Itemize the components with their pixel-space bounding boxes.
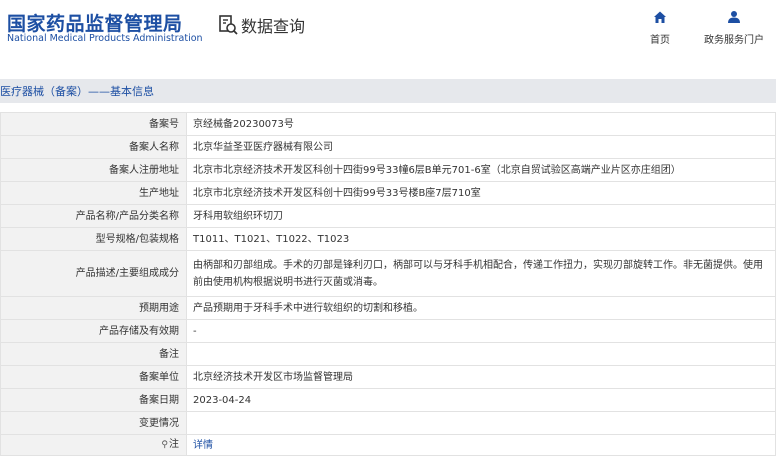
row-value: 京经械备20230073号 bbox=[186, 112, 776, 136]
row-value: 北京市北京经济技术开发区科创十四街99号33幢6层B单元701-6室（北京自贸试… bbox=[186, 158, 776, 182]
row-value: 北京市北京经济技术开发区科创十四街99号33号楼B座7层710室 bbox=[186, 181, 776, 205]
row-label: 备注 bbox=[0, 342, 187, 366]
table-row: 备案人名称 北京华益圣亚医疗器械有限公司 bbox=[0, 135, 776, 159]
table-row: 产品存储及有效期 - bbox=[0, 319, 776, 343]
row-label: 备案日期 bbox=[0, 388, 187, 412]
user-icon bbox=[727, 9, 741, 28]
table-row: 变更情况 bbox=[0, 411, 776, 435]
detail-table: 备案号 京经械备20230073号 备案人名称 北京华益圣亚医疗器械有限公司 备… bbox=[0, 112, 776, 456]
row-value: 详情 bbox=[186, 434, 776, 456]
table-row: 备案日期 2023-04-24 bbox=[0, 388, 776, 412]
row-label: 变更情况 bbox=[0, 411, 187, 435]
table-row: 备注 bbox=[0, 342, 776, 366]
nav-home-label: 首页 bbox=[650, 35, 670, 46]
nav-gov-service-label: 政务服务门户 bbox=[704, 35, 764, 46]
table-row: ⚲注 详情 bbox=[0, 434, 776, 456]
section-header: 医疗器械（备案）——基本信息 bbox=[0, 79, 776, 103]
row-value: 2023-04-24 bbox=[186, 388, 776, 412]
table-row: 生产地址 北京市北京经济技术开发区科创十四街99号33号楼B座7层710室 bbox=[0, 181, 776, 205]
row-label: 产品名称/产品分类名称 bbox=[0, 204, 187, 228]
table-row: 备案单位 北京经济技术开发区市场监督管理局 bbox=[0, 365, 776, 389]
details-link[interactable]: 详情 bbox=[193, 440, 213, 451]
row-value: 由柄部和刃部组成。手术的刃部是锋利刃口，柄部可以与牙科手机相配合，传递工作扭力，… bbox=[186, 250, 776, 297]
site-logo-subtitle: National Medical Products Administration bbox=[7, 33, 203, 44]
section-title: 医疗器械（备案）——基本信息 bbox=[0, 85, 154, 98]
row-value: 产品预期用于牙科手术中进行软组织的切割和移植。 bbox=[186, 296, 776, 320]
home-icon bbox=[653, 9, 667, 28]
table-row: 型号规格/包装规格 T1011、T1021、T1022、T1023 bbox=[0, 227, 776, 251]
table-row: 预期用途 产品预期用于牙科手术中进行软组织的切割和移植。 bbox=[0, 296, 776, 320]
row-value bbox=[186, 411, 776, 435]
data-search-icon bbox=[217, 14, 239, 36]
table-row: 产品名称/产品分类名称 牙科用软组织环切刀 bbox=[0, 204, 776, 228]
row-value: 北京经济技术开发区市场监督管理局 bbox=[186, 365, 776, 389]
table-row: 备案人注册地址 北京市北京经济技术开发区科创十四街99号33幢6层B单元701-… bbox=[0, 158, 776, 182]
row-label: 备案单位 bbox=[0, 365, 187, 389]
table-row: 产品描述/主要组成成分 由柄部和刃部组成。手术的刃部是锋利刃口，柄部可以与牙科手… bbox=[0, 250, 776, 297]
site-logo-title[interactable]: 国家药品监督管理局 bbox=[7, 9, 183, 36]
data-query-heading: 数据查询 bbox=[217, 13, 305, 37]
detail-table-container: 备案号 京经械备20230073号 备案人名称 北京华益圣亚医疗器械有限公司 备… bbox=[0, 112, 776, 456]
data-query-label: 数据查询 bbox=[241, 17, 306, 36]
row-value: - bbox=[186, 319, 776, 343]
row-label: 生产地址 bbox=[0, 181, 187, 205]
row-label: 产品描述/主要组成成分 bbox=[0, 250, 187, 297]
table-row: 备案号 京经械备20230073号 bbox=[0, 112, 776, 136]
nav-gov-service-portal[interactable]: 政务服务门户 bbox=[704, 9, 764, 46]
row-value bbox=[186, 342, 776, 366]
note-label-cell: ⚲注 bbox=[0, 434, 187, 456]
row-value: T1011、T1021、T1022、T1023 bbox=[186, 227, 776, 251]
nav-home[interactable]: 首页 bbox=[650, 9, 670, 46]
row-label: 型号规格/包装规格 bbox=[0, 227, 187, 251]
row-label: 备案人注册地址 bbox=[0, 158, 187, 182]
row-label: 预期用途 bbox=[0, 296, 187, 320]
site-header: 国家药品监督管理局 National Medical Products Admi… bbox=[0, 0, 776, 70]
row-label: 备案号 bbox=[0, 112, 187, 136]
row-value: 北京华益圣亚医疗器械有限公司 bbox=[186, 135, 776, 159]
row-label: 产品存储及有效期 bbox=[0, 319, 187, 343]
row-label: 备案人名称 bbox=[0, 135, 187, 159]
row-value: 牙科用软组织环切刀 bbox=[186, 204, 776, 228]
row-label: 注 bbox=[169, 439, 179, 450]
pin-icon: ⚲ bbox=[161, 440, 168, 450]
